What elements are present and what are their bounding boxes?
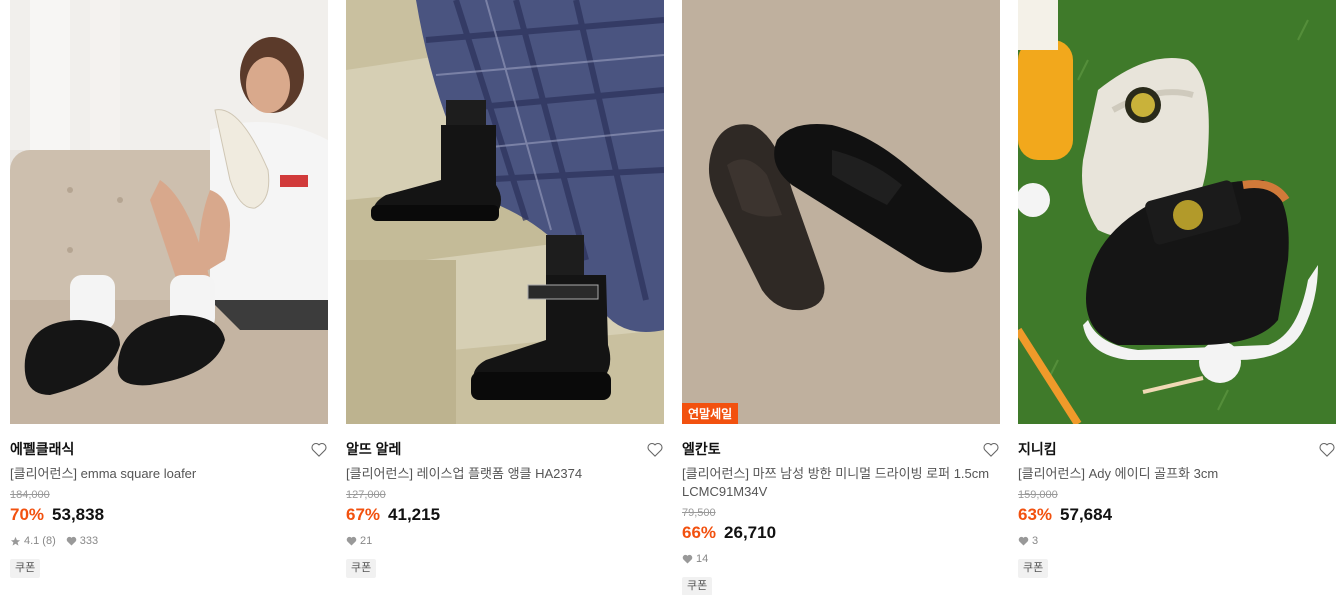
brand-name[interactable]: 지니킴 [1018, 439, 1057, 459]
likes: 21 [346, 534, 372, 548]
coupon-tag: 쿠폰 [346, 559, 377, 578]
sale-price: 57,684 [1060, 505, 1113, 524]
product-card[interactable]: 연말세일 엘칸토 [클리어런스] 마쯔 남성 방한 미니멀 드라이빙 로퍼 1.… [682, 0, 1000, 595]
original-price: 159,000 [1018, 489, 1058, 501]
like-count: 21 [360, 535, 373, 547]
original-price: 184,000 [10, 489, 50, 501]
likes: 333 [66, 534, 98, 548]
product-photo [682, 0, 1000, 424]
product-grid: 에펠클래식 [클리어런스] emma square loafer 184,000… [0, 0, 1342, 595]
brand-name[interactable]: 알뜨 알레 [346, 439, 401, 459]
likes: 14 [682, 552, 708, 566]
discount-rate: 70% [10, 505, 45, 524]
sale-price: 53,838 [52, 505, 105, 524]
product-image[interactable]: 연말세일 [682, 0, 1000, 424]
wishlist-heart-icon[interactable] [310, 440, 328, 458]
product-card[interactable]: 지니킴 [클리어런스] Ady 에이디 골프화 3cm 159,000 63% … [1018, 0, 1336, 578]
heart-filled-icon [346, 536, 357, 546]
product-image[interactable] [1018, 0, 1336, 424]
like-count: 3 [1032, 535, 1039, 547]
wishlist-heart-icon[interactable] [982, 440, 1000, 458]
heart-filled-icon [66, 536, 77, 546]
sale-badge: 연말세일 [682, 403, 739, 424]
product-image[interactable] [346, 0, 664, 424]
product-image[interactable] [10, 0, 328, 424]
product-card[interactable]: 에펠클래식 [클리어런스] emma square loafer 184,000… [10, 0, 328, 578]
brand-name[interactable]: 엘칸토 [682, 439, 721, 459]
sale-price: 26,710 [724, 523, 777, 542]
review-count: (8) [42, 535, 56, 547]
like-count: 14 [696, 553, 709, 565]
coupon-tag: 쿠폰 [10, 559, 41, 578]
original-price: 79,500 [682, 507, 716, 519]
wishlist-heart-icon[interactable] [1318, 440, 1336, 458]
product-card[interactable]: 알뜨 알레 [클리어런스] 레이스업 플랫폼 앵클 HA2374 127,000… [346, 0, 664, 578]
heart-filled-icon [682, 554, 693, 564]
likes: 3 [1018, 534, 1038, 548]
coupon-tag: 쿠폰 [682, 577, 713, 595]
sale-price: 41,215 [388, 505, 441, 524]
discount-rate: 63% [1018, 505, 1053, 524]
product-title[interactable]: [클리어런스] 레이스업 플랫폼 앵클 HA2374 [346, 465, 664, 483]
discount-rate: 66% [682, 523, 717, 542]
rating: 4.1 (8) [10, 534, 56, 548]
star-icon [10, 536, 21, 546]
product-title[interactable]: [클리어런스] emma square loafer [10, 465, 328, 483]
coupon-tag: 쿠폰 [1018, 559, 1049, 578]
wishlist-heart-icon[interactable] [646, 440, 664, 458]
rating-value: 4.1 [24, 535, 40, 547]
brand-name[interactable]: 에펠클래식 [10, 439, 74, 459]
original-price: 127,000 [346, 489, 386, 501]
product-photo [10, 0, 328, 424]
discount-rate: 67% [346, 505, 381, 524]
like-count: 333 [79, 535, 99, 547]
product-photo [1018, 0, 1336, 424]
product-title[interactable]: [클리어런스] 마쯔 남성 방한 미니멀 드라이빙 로퍼 1.5cm LCMC9… [682, 465, 1000, 501]
product-title[interactable]: [클리어런스] Ady 에이디 골프화 3cm [1018, 465, 1336, 483]
heart-filled-icon [1018, 536, 1029, 546]
product-photo [346, 0, 664, 424]
